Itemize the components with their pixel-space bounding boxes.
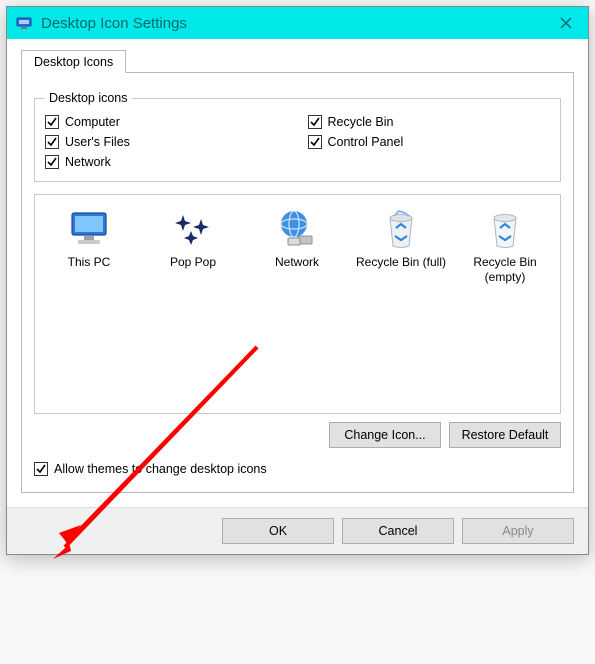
dialog-window: Desktop Icon Settings Desktop Icons Desk… [6, 6, 589, 555]
dialog-footer: OK Cancel Apply [7, 507, 588, 554]
checkbox-label: Allow themes to change desktop icons [54, 462, 267, 476]
checkmark-icon [45, 155, 59, 169]
icon-this-pc[interactable]: This PC [41, 203, 137, 289]
titlebar: Desktop Icon Settings [7, 7, 588, 39]
checkbox-label: Computer [65, 115, 120, 129]
tab-panel: Desktop icons Computer Recycle Bin [21, 72, 574, 493]
monitor-icon [67, 207, 111, 251]
checkbox-recycle-bin[interactable]: Recycle Bin [308, 115, 551, 129]
icon-button-row: Change Icon... Restore Default [34, 422, 561, 448]
icon-recycle-bin-empty[interactable]: Recycle Bin (empty) [457, 203, 553, 289]
icon-label: This PC [68, 255, 111, 270]
change-icon-button[interactable]: Change Icon... [329, 422, 441, 448]
icon-pop-pop[interactable]: Pop Pop [145, 203, 241, 289]
icon-label: Pop Pop [170, 255, 216, 270]
restore-default-button[interactable]: Restore Default [449, 422, 561, 448]
checkbox-label: Recycle Bin [328, 115, 394, 129]
checkmark-icon [308, 115, 322, 129]
desktop-icons-group: Desktop icons Computer Recycle Bin [34, 91, 561, 182]
checkbox-label: Network [65, 155, 111, 169]
icon-label: Recycle Bin (full) [356, 255, 446, 270]
checkbox-grid: Computer Recycle Bin User's Files [45, 111, 550, 169]
icon-row: This PC Pop Pop [41, 203, 554, 289]
group-legend: Desktop icons [45, 91, 132, 105]
icon-recycle-bin-full[interactable]: Recycle Bin (full) [353, 203, 449, 289]
tab-desktop-icons[interactable]: Desktop Icons [21, 50, 126, 73]
tab-strip: Desktop Icons [21, 49, 574, 72]
checkbox-control-panel[interactable]: Control Panel [308, 135, 551, 149]
trash-full-icon [379, 207, 423, 251]
icon-preview-box: This PC Pop Pop [34, 194, 561, 414]
dialog-body: Desktop Icons Desktop icons Computer [7, 39, 588, 507]
globe-icon [275, 207, 319, 251]
checkmark-icon [34, 462, 48, 476]
icon-network[interactable]: Network [249, 203, 345, 289]
checkbox-users-files[interactable]: User's Files [45, 135, 288, 149]
trash-empty-icon [483, 207, 527, 251]
cancel-button[interactable]: Cancel [342, 518, 454, 544]
checkbox-allow-themes[interactable]: Allow themes to change desktop icons [34, 462, 561, 476]
checkmark-icon [45, 135, 59, 149]
tab-label: Desktop Icons [34, 55, 113, 69]
checkbox-network[interactable]: Network [45, 155, 288, 169]
ok-button[interactable]: OK [222, 518, 334, 544]
icon-label: Network [275, 255, 319, 270]
star-cluster-icon [171, 207, 215, 251]
window-title: Desktop Icon Settings [41, 15, 544, 32]
icon-label: Recycle Bin (empty) [457, 255, 553, 285]
apply-button[interactable]: Apply [462, 518, 574, 544]
checkmark-icon [308, 135, 322, 149]
close-button[interactable] [544, 7, 588, 39]
checkbox-computer[interactable]: Computer [45, 115, 288, 129]
checkbox-label: Control Panel [328, 135, 404, 149]
checkbox-label: User's Files [65, 135, 130, 149]
app-icon [15, 14, 33, 32]
checkmark-icon [45, 115, 59, 129]
